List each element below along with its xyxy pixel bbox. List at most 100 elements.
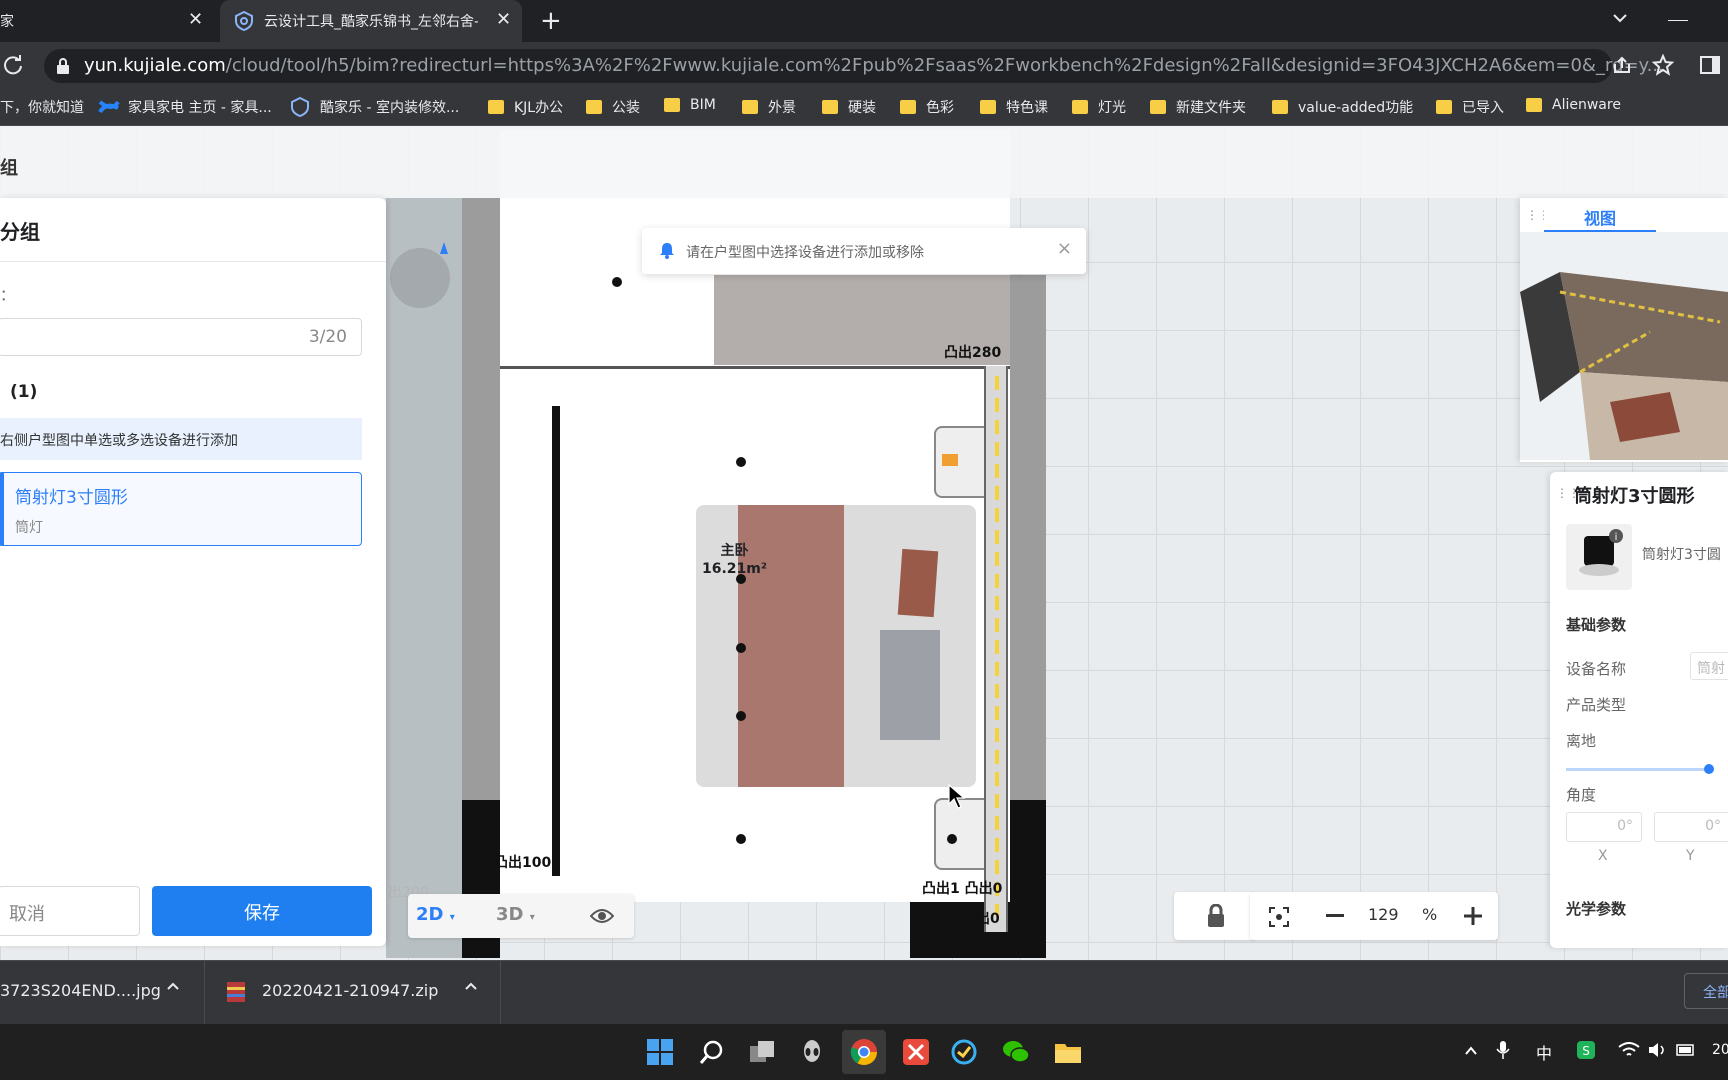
- search-icon[interactable]: [698, 1038, 726, 1066]
- folder-icon: [1150, 100, 1166, 114]
- angle-x-input[interactable]: 0°: [1566, 812, 1642, 842]
- angle-y-input[interactable]: 0°: [1654, 812, 1728, 842]
- dimension-label: 凸出1 凸出0: [922, 881, 1003, 897]
- bookmark-folder[interactable]: BIM: [664, 97, 716, 113]
- bookmark-folder[interactable]: 色彩: [900, 97, 954, 117]
- product-type-label: 产品类型: [1566, 696, 1627, 714]
- properties-title: 筒射灯3寸圆形: [1574, 486, 1695, 507]
- feishu-icon[interactable]: [950, 1038, 978, 1066]
- zoom-value[interactable]: 129: [1368, 905, 1399, 924]
- device-properties-panel: ⋮⋮ 筒射灯3寸圆形 i 筒射灯3寸圆 基础参数 设备名称 筒射 产品类型 离地…: [1550, 472, 1728, 948]
- bookmark-item[interactable]: 家具家电 主页 - 家具...: [98, 97, 272, 117]
- chevron-up-icon[interactable]: [464, 979, 478, 993]
- room-area: 16.21m²: [702, 561, 768, 577]
- tab-view[interactable]: 视图: [1544, 198, 1656, 232]
- folder-icon: [488, 100, 504, 114]
- wardrobe-line[interactable]: [552, 406, 560, 876]
- clock[interactable]: 20: [1712, 1042, 1728, 1058]
- compass-icon[interactable]: [388, 232, 454, 312]
- angle-label: 角度: [1566, 786, 1597, 804]
- ime-indicator[interactable]: 中: [1536, 1040, 1552, 1064]
- download-item[interactable]: 20220421-210947.zip: [262, 981, 438, 1000]
- kujiale-icon: [291, 97, 309, 117]
- bookmark-item[interactable]: 下，你就知道: [0, 97, 84, 117]
- section-optical-params: 光学参数: [1566, 900, 1627, 918]
- tab-search-chevron-icon[interactable]: [1612, 10, 1628, 26]
- save-button[interactable]: 保存: [152, 886, 372, 936]
- lamp-icon: [942, 454, 958, 466]
- tab-active[interactable]: 云设计工具_酷家乐锦书_左邻右舍-新 ✕: [220, 0, 522, 42]
- room-name: 主卧: [720, 543, 749, 559]
- room-label[interactable]: 主卧 16.21m²: [702, 542, 767, 578]
- chevron-up-icon[interactable]: [1464, 1044, 1478, 1058]
- wifi-icon[interactable]: [1618, 1042, 1640, 1058]
- wechat-icon[interactable]: [1002, 1038, 1030, 1066]
- view-3d-button[interactable]: 3D ▾: [496, 904, 535, 925]
- new-tab-button[interactable]: +: [540, 0, 562, 42]
- bookmark-folder[interactable]: Alienware: [1526, 97, 1621, 113]
- bookmark-item[interactable]: 酷家乐 - 室内装修效...: [290, 97, 459, 117]
- reload-icon[interactable]: [2, 54, 24, 76]
- bookmark-folder[interactable]: 已导入: [1436, 97, 1504, 117]
- task-view-icon[interactable]: [748, 1038, 776, 1066]
- bookmark-folder[interactable]: KJL办公: [488, 97, 563, 117]
- downlight-device[interactable]: [612, 277, 622, 287]
- device-name-input[interactable]: 筒射: [1690, 652, 1728, 680]
- show-all-downloads-button[interactable]: 全部: [1684, 973, 1728, 1009]
- downlight-device[interactable]: [736, 457, 746, 467]
- battery-icon[interactable]: [1676, 1042, 1696, 1058]
- windows-start-icon[interactable]: [646, 1038, 674, 1066]
- chrome-icon[interactable]: [850, 1038, 878, 1066]
- height-slider[interactable]: [1566, 764, 1714, 774]
- svg-text:i: i: [1615, 532, 1618, 543]
- tab-title: 云设计工具_酷家乐锦书_左邻右舍-新: [264, 14, 478, 30]
- share-icon[interactable]: [1612, 56, 1632, 74]
- bookmark-folder[interactable]: 公装: [586, 97, 640, 117]
- zoom-out-icon[interactable]: [1326, 914, 1344, 918]
- close-icon[interactable]: ×: [1057, 238, 1072, 259]
- folder-icon: [900, 100, 916, 114]
- lock-button[interactable]: [1174, 892, 1256, 940]
- tab-close-icon[interactable]: ✕: [188, 9, 203, 30]
- group-name-input[interactable]: 3/20: [0, 318, 362, 356]
- bookmark-folder[interactable]: 灯光: [1072, 97, 1126, 117]
- eye-icon[interactable]: [590, 906, 614, 926]
- downlight-device[interactable]: [736, 834, 746, 844]
- bookmark-folder[interactable]: 外景: [742, 97, 796, 117]
- 3d-preview[interactable]: [1520, 232, 1728, 460]
- tab-inactive[interactable]: 家 ✕: [0, 0, 210, 42]
- tab-title: 家: [0, 14, 14, 30]
- file-explorer-icon[interactable]: [1054, 1038, 1082, 1066]
- chevron-up-icon[interactable]: [166, 979, 180, 993]
- device-list-item[interactable]: 筒射灯3寸圆形 筒灯: [0, 472, 362, 546]
- side-panel-icon[interactable]: [1700, 56, 1720, 74]
- bookmark-folder[interactable]: 特色课: [980, 97, 1048, 117]
- bookmark-star-icon[interactable]: [1652, 54, 1674, 76]
- tab-close-icon[interactable]: ✕: [496, 9, 511, 30]
- axis-y-label: Y: [1686, 848, 1695, 864]
- microphone-icon[interactable]: [1496, 1040, 1510, 1060]
- section-basic-params: 基础参数: [1566, 616, 1627, 634]
- alienware-icon[interactable]: [798, 1038, 826, 1066]
- address-bar[interactable]: yun.kujiale.com/cloud/tool/h5/bim?redire…: [44, 49, 1664, 83]
- curtain-light-strip[interactable]: [984, 366, 1008, 932]
- device-name: 筒射灯3寸圆形: [15, 488, 128, 508]
- bookmark-folder[interactable]: value-added功能: [1272, 97, 1413, 117]
- lock-icon[interactable]: [56, 58, 70, 74]
- volume-icon[interactable]: [1648, 1042, 1668, 1058]
- xmind-icon[interactable]: [902, 1038, 930, 1066]
- bookmark-folder[interactable]: 新建文件夹: [1150, 97, 1246, 117]
- fit-view-icon[interactable]: [1268, 906, 1290, 928]
- downlight-device[interactable]: [947, 834, 957, 844]
- view-2d-button[interactable]: 2D ▾: [416, 904, 455, 925]
- window-minimize-icon[interactable]: [1668, 11, 1688, 21]
- view-preview-panel: ⋮⋮ 视图: [1520, 198, 1728, 462]
- divider: [0, 261, 386, 262]
- downlight-device[interactable]: [736, 643, 746, 653]
- sogou-icon[interactable]: S: [1576, 1040, 1596, 1060]
- download-item[interactable]: 3723S204END....jpg: [0, 981, 161, 1000]
- zoom-in-icon[interactable]: [1464, 907, 1482, 925]
- bookmark-folder[interactable]: 硬装: [822, 97, 876, 117]
- cancel-button[interactable]: 取消: [0, 886, 140, 936]
- downlight-device[interactable]: [736, 711, 746, 721]
